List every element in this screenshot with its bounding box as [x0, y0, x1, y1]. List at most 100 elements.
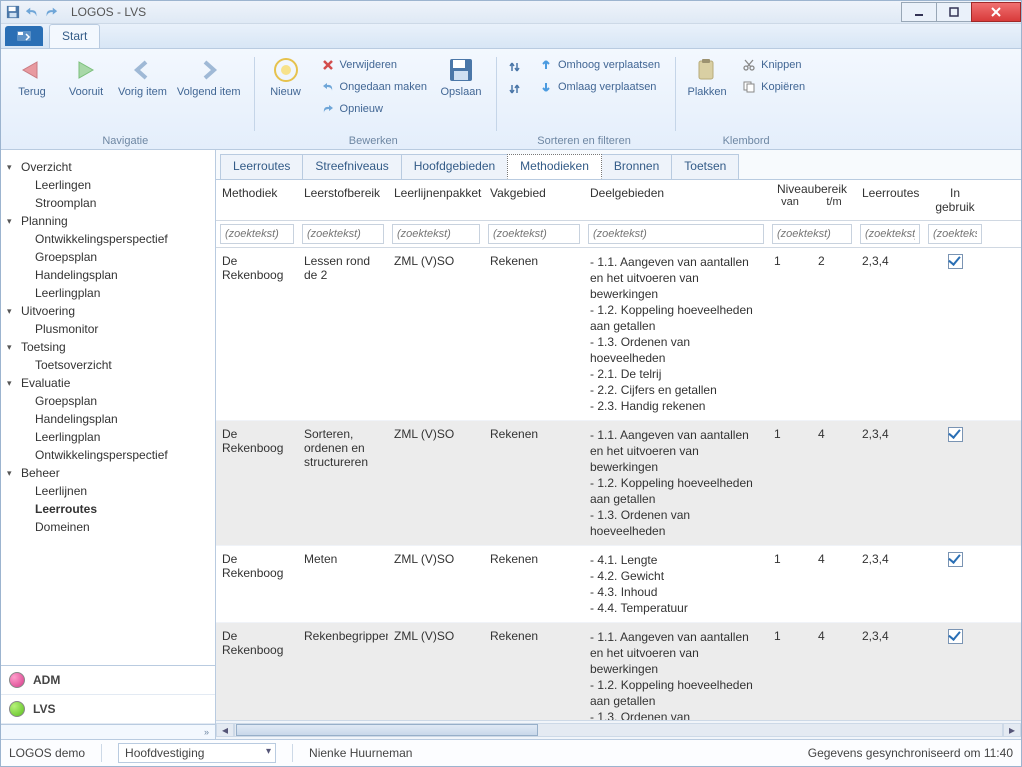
subtab-methodieken[interactable]: Methodieken: [507, 154, 602, 179]
nav-category[interactable]: ▾Overzicht: [5, 158, 211, 176]
table-cell: Sorteren, ordenen en structureren: [298, 421, 388, 545]
subtab-bronnen[interactable]: Bronnen: [601, 154, 672, 179]
nav-label: Leerlingplan: [35, 286, 100, 300]
maximize-button[interactable]: [936, 2, 972, 22]
scroll-thumb[interactable]: [236, 724, 538, 736]
nav-item[interactable]: Leerroutes: [5, 500, 211, 518]
nav-adm[interactable]: ADM: [1, 666, 215, 695]
caret-down-icon: ▾: [7, 468, 17, 479]
nav-item[interactable]: Leerlingplan: [5, 428, 211, 446]
table-cell: Meten: [298, 546, 388, 622]
app-title: LOGOS - LVS: [71, 5, 146, 19]
table-row[interactable]: De RekenboogLessen rond de 2ZML (V)SORek…: [216, 248, 1021, 421]
nav-item[interactable]: Groepsplan: [5, 248, 211, 266]
sort-desc-button[interactable]: [503, 79, 529, 99]
separator: [496, 57, 497, 131]
scroll-right-button[interactable]: ▸: [1003, 723, 1021, 737]
ribbon-group-sorteren: Omhoog verplaatsen Omlaag verplaatsen So…: [503, 51, 665, 149]
subtab-leerroutes[interactable]: Leerroutes: [220, 154, 303, 179]
nav-lvs[interactable]: LVS: [1, 695, 215, 724]
nav-item[interactable]: Ontwikkelingsperspectief: [5, 230, 211, 248]
back-button[interactable]: Terug: [7, 51, 57, 101]
nav-item[interactable]: Handelingsplan: [5, 410, 211, 428]
cut-button[interactable]: Knippen: [736, 55, 810, 75]
filter-ingebruik[interactable]: [928, 224, 982, 244]
new-button[interactable]: Nieuw: [261, 51, 311, 101]
nav-item[interactable]: Groepsplan: [5, 392, 211, 410]
nav-category[interactable]: ▾Beheer: [5, 464, 211, 482]
table-row[interactable]: De RekenboogMetenZML (V)SORekenen4.1. Le…: [216, 546, 1021, 623]
table-row[interactable]: De RekenboogRekenbegrippenZML (V)SOReken…: [216, 623, 1021, 720]
undo-button[interactable]: Ongedaan maken: [315, 77, 432, 97]
table-cell: Rekenen: [484, 248, 584, 420]
copy-button[interactable]: Kopiëren: [736, 77, 810, 97]
subtab-streefniveaus[interactable]: Streefniveaus: [302, 154, 401, 179]
redo-icon[interactable]: [43, 4, 59, 20]
filter-methodiek[interactable]: [220, 224, 294, 244]
subtab-strip: LeerroutesStreefniveausHoofdgebiedenMeth…: [216, 150, 1021, 180]
col-vakgebied[interactable]: Vakgebied: [484, 180, 584, 220]
nav-category[interactable]: ▾Planning: [5, 212, 211, 230]
table-cell: De Rekenboog: [216, 248, 298, 420]
nav-item[interactable]: Toetsoverzicht: [5, 356, 211, 374]
undo-icon[interactable]: [24, 4, 40, 20]
nav-item[interactable]: Domeinen: [5, 518, 211, 536]
filter-niveaubereik[interactable]: [772, 224, 852, 244]
minimize-button[interactable]: [901, 2, 937, 22]
close-button[interactable]: [971, 2, 1021, 22]
col-ingebruik[interactable]: In gebruik: [924, 180, 986, 220]
table-cell: ZML (V)SO: [388, 546, 484, 622]
table-row[interactable]: De RekenboogSorteren, ordenen en structu…: [216, 421, 1021, 546]
nav-item[interactable]: Handelingsplan: [5, 266, 211, 284]
vestiging-dropdown[interactable]: Hoofdvestiging: [118, 743, 276, 763]
filter-deelgebieden[interactable]: [588, 224, 764, 244]
redo-button[interactable]: Opnieuw: [315, 99, 432, 119]
col-methodiek[interactable]: Methodiek: [216, 180, 298, 220]
save-button[interactable]: Opslaan: [436, 51, 486, 101]
file-menu-button[interactable]: [5, 26, 43, 46]
prev-item-button[interactable]: Vorig item: [115, 51, 170, 101]
grid-rows[interactable]: De RekenboogLessen rond de 2ZML (V)SORek…: [216, 248, 1021, 720]
scroll-left-button[interactable]: ◂: [216, 723, 234, 737]
subtab-toetsen[interactable]: Toetsen: [671, 154, 739, 179]
nav-item[interactable]: Leerlingen: [5, 176, 211, 194]
col-deelgebieden[interactable]: Deelgebieden: [584, 180, 768, 220]
filter-leerroutes[interactable]: [860, 224, 920, 244]
next-item-button[interactable]: Volgend item: [174, 51, 244, 101]
nav-item[interactable]: Ontwikkelingsperspectief: [5, 446, 211, 464]
caret-down-icon: ▾: [7, 342, 17, 353]
in-gebruik-checkbox[interactable]: [948, 629, 963, 644]
status-dot-icon: [9, 672, 25, 688]
col-niveaubereik[interactable]: Niveaubereik vant/m: [768, 180, 856, 220]
save-icon[interactable]: [5, 4, 21, 20]
subtab-hoofdgebieden[interactable]: Hoofdgebieden: [401, 154, 508, 179]
sort-asc-button[interactable]: [503, 57, 529, 77]
caret-down-icon: ▾: [7, 162, 17, 173]
nav-category[interactable]: ▾Toetsing: [5, 338, 211, 356]
forward-button[interactable]: Vooruit: [61, 51, 111, 101]
table-cell: 1.1. Aangeven van aantallen en het uitvo…: [584, 248, 768, 420]
tab-start[interactable]: Start: [49, 24, 100, 48]
nav-item[interactable]: Leerlingplan: [5, 284, 211, 302]
col-leerstofbereik[interactable]: Leerstofbereik: [298, 180, 388, 220]
nav-item[interactable]: Leerlijnen: [5, 482, 211, 500]
in-gebruik-checkbox[interactable]: [948, 254, 963, 269]
nav-collapse-strip[interactable]: »: [1, 724, 215, 739]
nav-item[interactable]: Stroomplan: [5, 194, 211, 212]
delete-button[interactable]: Verwijderen: [315, 55, 432, 75]
in-gebruik-checkbox[interactable]: [948, 427, 963, 442]
col-leerroutes[interactable]: Leerroutes: [856, 180, 924, 220]
horizontal-scrollbar[interactable]: ◂ ▸: [216, 720, 1021, 739]
paste-button[interactable]: Plakken: [682, 51, 732, 101]
data-grid: Methodiek Leerstofbereik Leerlijnenpakke…: [216, 180, 1021, 739]
in-gebruik-checkbox[interactable]: [948, 552, 963, 567]
filter-vakgebied[interactable]: [488, 224, 580, 244]
filter-leerlijnenpakket[interactable]: [392, 224, 480, 244]
col-leerlijnenpakket[interactable]: Leerlijnenpakket: [388, 180, 484, 220]
move-down-button[interactable]: Omlaag verplaatsen: [533, 77, 665, 97]
nav-item[interactable]: Plusmonitor: [5, 320, 211, 338]
move-up-button[interactable]: Omhoog verplaatsen: [533, 55, 665, 75]
nav-category[interactable]: ▾Evaluatie: [5, 374, 211, 392]
filter-leerstofbereik[interactable]: [302, 224, 384, 244]
nav-category[interactable]: ▾Uitvoering: [5, 302, 211, 320]
